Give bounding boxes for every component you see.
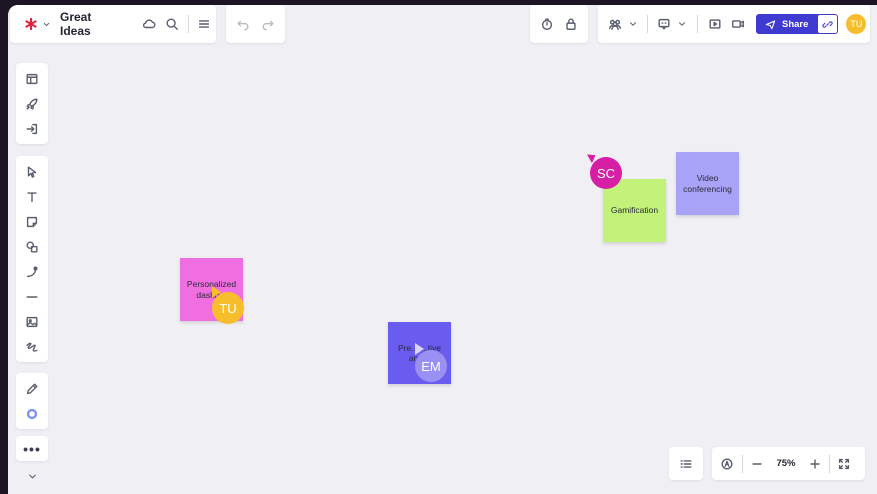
pen-icon[interactable] — [16, 376, 48, 401]
more-options-icon[interactable]: ••• — [16, 436, 48, 461]
sticky-note-text: Gamification — [610, 205, 659, 216]
shapes-icon[interactable] — [16, 234, 48, 259]
link-icon[interactable] — [818, 15, 838, 33]
board-tools-panel — [16, 63, 48, 144]
history-panel — [226, 5, 285, 43]
title-panel: Great Ideas — [10, 5, 216, 43]
templates-icon[interactable] — [16, 66, 48, 91]
undo-icon[interactable] — [236, 17, 250, 31]
timer-icon[interactable] — [540, 17, 554, 31]
line-tool-icon[interactable] — [16, 284, 48, 309]
lock-icon[interactable] — [564, 17, 578, 31]
chevron-down-icon[interactable] — [41, 20, 51, 29]
more-tools-panel: ••• — [16, 436, 48, 461]
freehand-draw-icon[interactable] — [16, 334, 48, 359]
sticky-note-video-conferencing[interactable]: Video conferencing — [676, 152, 739, 215]
redo-icon[interactable] — [261, 17, 275, 31]
extras-panel — [16, 373, 48, 429]
share-button[interactable]: Share — [756, 14, 839, 34]
rocket-icon[interactable] — [16, 91, 48, 116]
chevron-down-icon[interactable] — [626, 19, 640, 29]
zoom-panel: 75% — [712, 447, 865, 480]
sticky-note-gamification[interactable]: Gamification — [603, 179, 666, 242]
fullscreen-icon[interactable] — [830, 457, 858, 471]
collaborator-avatar-tu: TU — [212, 292, 244, 324]
text-tool-icon[interactable] — [16, 184, 48, 209]
comment-icon[interactable] — [655, 17, 673, 31]
board-canvas[interactable]: Great Ideas Share TU ••• 75% Personalize… — [8, 5, 877, 494]
send-icon — [760, 19, 780, 30]
share-label: Share — [782, 18, 809, 30]
navigator-icon[interactable] — [712, 457, 742, 471]
connector-line-icon[interactable] — [16, 259, 48, 284]
import-icon[interactable] — [16, 116, 48, 141]
user-avatar[interactable]: TU — [846, 14, 867, 34]
sticky-note-icon[interactable] — [16, 209, 48, 234]
collaborator-avatar-sc: SC — [590, 157, 622, 189]
document-title[interactable]: Great Ideas — [60, 10, 123, 38]
collaborator-avatar-em: EM — [415, 350, 447, 382]
divider — [647, 15, 648, 33]
chevron-down-icon[interactable] — [23, 469, 41, 483]
video-call-icon[interactable] — [726, 17, 750, 31]
search-icon[interactable] — [161, 17, 184, 31]
app-logo-icon[interactable] — [20, 17, 41, 31]
cloud-saved-icon[interactable] — [137, 17, 160, 31]
chevron-down-icon[interactable] — [673, 19, 691, 29]
select-pointer-icon[interactable] — [16, 159, 48, 184]
menu-icon[interactable] — [193, 17, 216, 31]
presentation-icon[interactable] — [704, 17, 726, 31]
divider — [697, 15, 698, 33]
list-icon[interactable] — [679, 457, 693, 471]
zoom-level[interactable]: 75% — [771, 458, 801, 469]
zoom-in-icon[interactable] — [801, 457, 829, 471]
sticky-note-text: Video conferencing — [683, 173, 732, 194]
drawing-tools-panel — [16, 156, 48, 362]
collaboration-panel: Share TU — [598, 5, 870, 43]
collaborators-icon[interactable] — [604, 17, 626, 31]
color-ring-icon[interactable] — [16, 401, 48, 426]
divider — [187, 15, 189, 33]
timer-panel — [530, 5, 588, 43]
outline-panel — [669, 447, 703, 480]
zoom-out-icon[interactable] — [743, 457, 771, 471]
image-icon[interactable] — [16, 309, 48, 334]
